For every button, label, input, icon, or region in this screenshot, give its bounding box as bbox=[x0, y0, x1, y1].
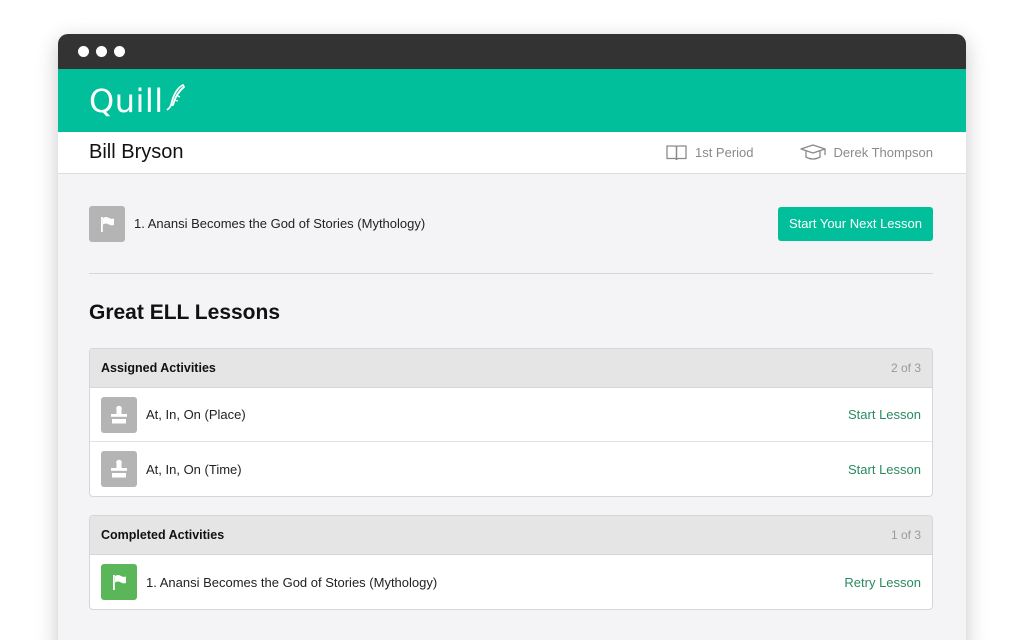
activity-row: At, In, On (Place) Start Lesson bbox=[90, 388, 932, 442]
quill-pen-icon bbox=[166, 83, 185, 111]
activity-icon-box bbox=[101, 451, 137, 487]
card-title: Assigned Activities bbox=[101, 361, 216, 375]
logo-text: Quill bbox=[89, 81, 164, 120]
flag-icon bbox=[101, 216, 114, 232]
puzzle-icon bbox=[111, 459, 127, 478]
flag-icon bbox=[113, 575, 126, 590]
retry-lesson-link[interactable]: Retry Lesson bbox=[844, 575, 921, 590]
activity-icon-box bbox=[101, 564, 137, 600]
assigned-activities-card: Assigned Activities 2 of 3 At, In, On (P… bbox=[89, 348, 933, 497]
window-control-dot[interactable] bbox=[114, 46, 125, 57]
start-lesson-link[interactable]: Start Lesson bbox=[848, 462, 921, 477]
card-header: Completed Activities 1 of 3 bbox=[90, 516, 932, 555]
activity-name: At, In, On (Place) bbox=[146, 407, 246, 422]
card-title: Completed Activities bbox=[101, 528, 225, 542]
puzzle-icon bbox=[111, 405, 127, 423]
activity-icon-box bbox=[101, 396, 137, 433]
classroom-period: 1st Period bbox=[666, 144, 754, 161]
activity-row: At, In, On (Time) Start Lesson bbox=[90, 442, 932, 496]
unit-title: Great ELL Lessons bbox=[89, 301, 281, 324]
book-icon bbox=[666, 145, 687, 161]
card-header: Assigned Activities 2 of 3 bbox=[90, 349, 932, 388]
activity-count: 1 of 3 bbox=[890, 528, 921, 542]
graduation-cap-icon bbox=[799, 144, 826, 160]
activity-name: 1. Anansi Becomes the God of Stories (My… bbox=[146, 574, 438, 590]
lesson-icon-box bbox=[89, 205, 125, 242]
activity-name: At, In, On (Time) bbox=[146, 461, 242, 477]
next-lesson-row: 1. Anansi Becomes the God of Stories (My… bbox=[89, 174, 933, 274]
start-next-lesson-button[interactable]: Start Your Next Lesson bbox=[778, 206, 933, 241]
period-label: 1st Period bbox=[694, 145, 754, 160]
start-lesson-link[interactable]: Start Lesson bbox=[848, 407, 921, 422]
next-lesson-title: 1. Anansi Becomes the God of Stories (My… bbox=[134, 216, 426, 231]
main-content: 1. Anansi Becomes the God of Stories (My… bbox=[58, 174, 966, 610]
teacher-info: Derek Thompson bbox=[799, 144, 933, 161]
quill-logo[interactable]: Quill bbox=[89, 82, 188, 120]
student-header: Bill Bryson 1st Period Derek Thompson bbox=[58, 132, 966, 174]
activity-row: 1. Anansi Becomes the God of Stories (My… bbox=[90, 555, 932, 609]
student-name: Bill Bryson bbox=[89, 141, 184, 163]
completed-activities-card: Completed Activities 1 of 3 1. Anansi Be… bbox=[89, 515, 933, 610]
window-titlebar bbox=[58, 34, 966, 69]
activity-count: 2 of 3 bbox=[890, 361, 921, 375]
brand-header: Quill bbox=[58, 69, 966, 132]
window-control-dot[interactable] bbox=[96, 46, 107, 57]
window-control-dot[interactable] bbox=[78, 46, 89, 57]
browser-window: Quill Bill Bryson 1st Period Derek Thomp… bbox=[58, 34, 966, 640]
teacher-name: Derek Thompson bbox=[833, 145, 933, 160]
